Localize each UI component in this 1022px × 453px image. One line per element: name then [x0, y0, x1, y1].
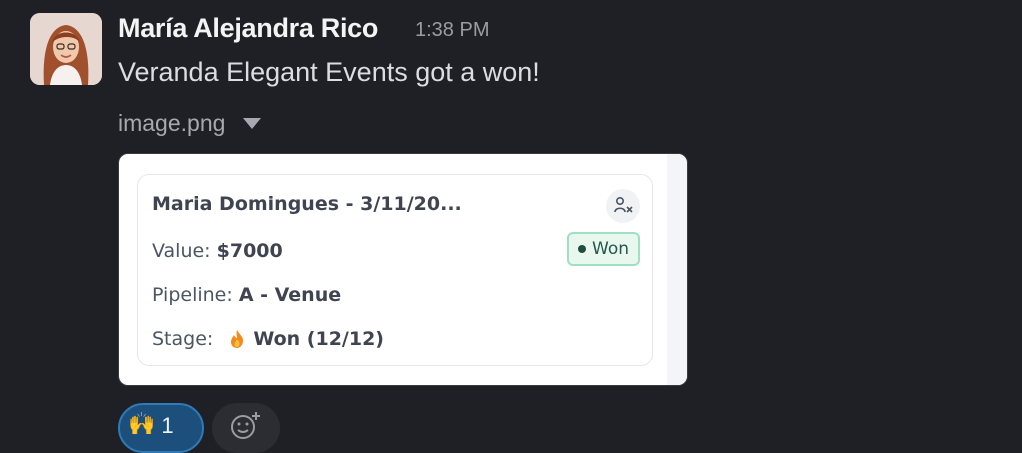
attachment-toggle[interactable]: image.png: [118, 110, 262, 137]
deal-stage-label: Stage:: [152, 328, 214, 350]
add-reaction-button[interactable]: [212, 403, 280, 453]
attachment-image[interactable]: Maria Domingues - 3/11/20... Won Value: …: [118, 153, 688, 386]
flame-icon: [229, 329, 245, 349]
caret-down-icon: [243, 118, 262, 129]
deal-pipeline-row: Pipeline: A - Venue: [152, 284, 341, 306]
avatar[interactable]: [30, 13, 102, 85]
contact-remove-icon: [606, 189, 640, 223]
deal-pipeline: A - Venue: [238, 284, 342, 306]
deal-value-label: Value:: [152, 240, 211, 262]
deal-value-row: Value: $7000: [152, 240, 283, 262]
raised-hands-icon: 🙌: [128, 411, 156, 436]
status-label: Won: [592, 239, 629, 259]
message-text: Veranda Elegant Events got a won!: [118, 57, 540, 87]
sender-name[interactable]: María Alejandra Rico: [118, 13, 378, 44]
reactions-bar: 🙌 1: [118, 403, 280, 453]
add-emoji-icon: [231, 412, 260, 439]
reaction-raised-hands[interactable]: 🙌 1: [118, 403, 204, 453]
message-timestamp[interactable]: 1:38 PM: [415, 19, 489, 42]
reaction-count: 1: [161, 413, 174, 438]
status-badge: Won: [567, 232, 640, 266]
deal-value: $7000: [216, 240, 283, 262]
status-dot-icon: [578, 245, 586, 253]
deal-card: Maria Domingues - 3/11/20... Won Value: …: [137, 174, 653, 366]
deal-stage: Won (12/12): [253, 328, 384, 350]
deal-pipeline-label: Pipeline:: [152, 284, 233, 306]
image-scroll-edge: [667, 154, 687, 385]
avatar-image: [30, 13, 102, 85]
attachment-filename: image.png: [118, 110, 226, 136]
deal-title: Maria Domingues - 3/11/20...: [152, 193, 462, 215]
deal-stage-row: Stage: Won (12/12): [152, 328, 384, 350]
